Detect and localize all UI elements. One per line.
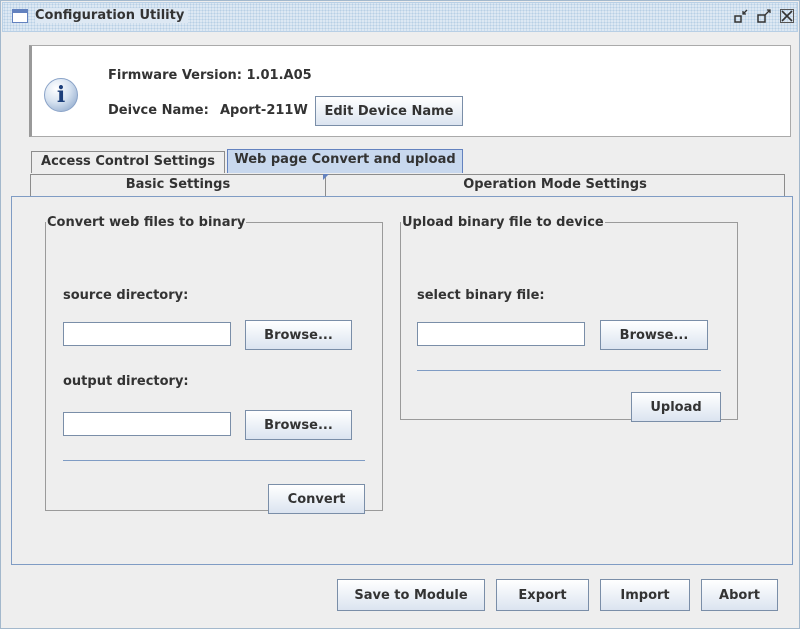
upload-button[interactable]: Upload bbox=[631, 392, 721, 422]
tab-selection-marker bbox=[323, 174, 329, 180]
source-directory-label: source directory: bbox=[63, 288, 189, 303]
info-icon: i bbox=[44, 78, 78, 112]
tab-operation-mode-settings[interactable]: Operation Mode Settings bbox=[325, 174, 785, 196]
window-title: Configuration Utility bbox=[35, 8, 189, 23]
convert-group-legend: Convert web files to binary bbox=[47, 215, 246, 230]
maximize-icon[interactable] bbox=[757, 9, 771, 23]
configuration-utility-window: Configuration Utility i Firmware Version… bbox=[0, 0, 800, 629]
upload-binary-file-group: Upload binary file to device select bina… bbox=[400, 215, 738, 422]
firmware-version-label: Firmware Version: 1.01.A05 bbox=[108, 68, 312, 83]
binary-browse-button[interactable]: Browse... bbox=[600, 320, 708, 350]
minimize-icon[interactable] bbox=[734, 9, 748, 23]
window-app-icon bbox=[12, 9, 28, 23]
binary-file-input[interactable] bbox=[417, 322, 585, 346]
import-button[interactable]: Import bbox=[600, 579, 690, 611]
device-name-value: Aport-211W bbox=[220, 103, 308, 118]
title-bar[interactable]: Configuration Utility bbox=[2, 2, 798, 32]
close-icon[interactable] bbox=[780, 9, 794, 23]
source-directory-input[interactable] bbox=[63, 322, 231, 346]
tab-basic-settings[interactable]: Basic Settings bbox=[30, 174, 326, 196]
convert-separator bbox=[63, 460, 365, 461]
device-name-label: Deivce Name: bbox=[108, 103, 209, 118]
output-directory-label: output directory: bbox=[63, 374, 189, 389]
source-browse-button[interactable]: Browse... bbox=[245, 320, 352, 350]
edit-device-name-button[interactable]: Edit Device Name bbox=[315, 96, 463, 126]
convert-web-files-group: Convert web files to binary source direc… bbox=[45, 215, 383, 514]
save-to-module-button[interactable]: Save to Module bbox=[337, 579, 485, 611]
tab-access-control-settings[interactable]: Access Control Settings bbox=[31, 151, 225, 173]
tab-content-panel: Convert web files to binary source direc… bbox=[11, 196, 793, 565]
select-binary-file-label: select binary file: bbox=[417, 288, 545, 303]
abort-button[interactable]: Abort bbox=[701, 579, 778, 611]
tab-web-page-convert-and-upload[interactable]: Web page Convert and upload bbox=[227, 149, 463, 173]
output-browse-button[interactable]: Browse... bbox=[245, 410, 352, 440]
upload-group-legend: Upload binary file to device bbox=[402, 215, 604, 230]
output-directory-input[interactable] bbox=[63, 412, 231, 436]
convert-button[interactable]: Convert bbox=[268, 484, 365, 514]
export-button[interactable]: Export bbox=[496, 579, 589, 611]
upload-separator bbox=[417, 370, 721, 371]
